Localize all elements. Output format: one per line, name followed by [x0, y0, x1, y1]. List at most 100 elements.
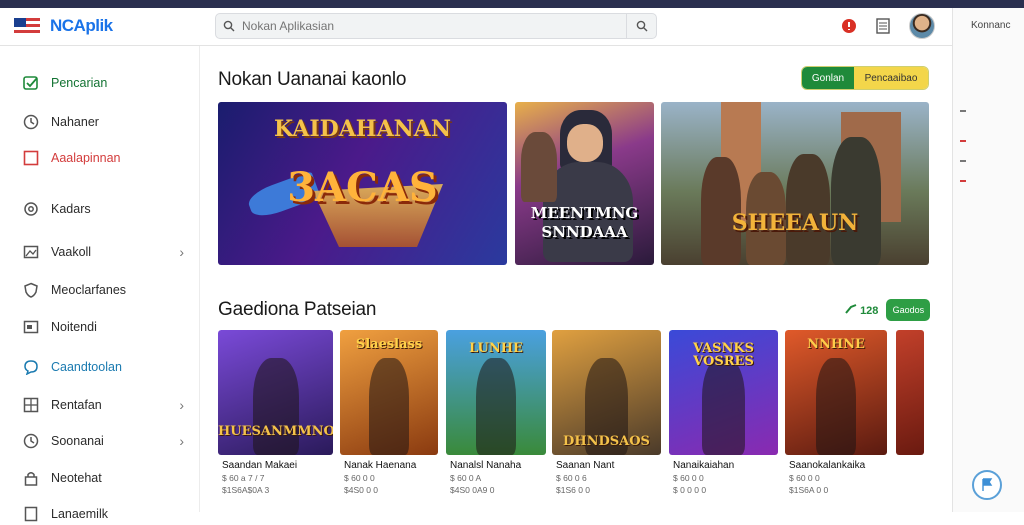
game-card-title[interactable]: Saandan Makaei: [222, 460, 297, 471]
game-card-price: $ 60 0 0: [344, 473, 375, 483]
app-brand[interactable]: NCAplik: [50, 16, 113, 36]
window-icon: [22, 318, 40, 336]
game-card-figure: [252, 357, 299, 455]
game-card[interactable]: Slaeslass Nanak Haenana $ 60 0 0 $4S0 0 0: [340, 330, 438, 512]
popular-section-actions: 128 Gaodos: [845, 299, 931, 321]
featured-banner[interactable]: MEENTMNG SNNDAAA: [515, 102, 654, 265]
main-content: Nokan Uananai kaonlo Gonlan Pencaaibao K…: [200, 46, 952, 512]
game-card-title[interactable]: Saanan Nant: [556, 460, 614, 471]
panel-marker: [960, 110, 966, 112]
sidebar-item[interactable]: Aaalapinnan: [22, 147, 192, 169]
popular-see-all-button[interactable]: Gaodos: [886, 299, 931, 321]
panel-marker: [960, 180, 966, 182]
check-box-icon: [22, 74, 40, 92]
sidebar-item[interactable]: Pencarian: [22, 72, 192, 94]
view-toggle[interactable]: Gonlan Pencaaibao: [801, 66, 929, 90]
game-card-art[interactable]: Slaeslass: [340, 330, 438, 455]
sidebar-item[interactable]: Nahaner: [22, 111, 192, 133]
featured-banner[interactable]: SHEEAUN: [661, 102, 929, 265]
featured-banner[interactable]: KAIDAHANAN 3ACAS: [218, 102, 507, 265]
game-card-partial[interactable]: [896, 330, 924, 455]
sidebar-item-label: Pencarian: [51, 76, 108, 90]
sidebar-item[interactable]: Caandtoolan: [22, 356, 192, 378]
sidebar-item-label: Neotehat: [51, 471, 102, 485]
panel-marker: [960, 160, 966, 162]
sidebar-item[interactable]: Neotehat: [22, 467, 192, 489]
right-panel-label[interactable]: Konnanc: [971, 20, 1010, 31]
banner-art: [567, 124, 603, 162]
game-card[interactable]: VASNKS VOSRES Nanaikaiahan $ 60 0 0 $ 0 0 0…: [669, 330, 778, 512]
clock-icon: [22, 432, 40, 450]
game-card[interactable]: DHNDSAOS Saanan Nant $ 60 0 6 $1S6 0 0: [552, 330, 661, 512]
search-submit-button[interactable]: [626, 14, 656, 38]
game-card[interactable]: HUESANMMNOS Saandan Makaei $ 60 a 7 / 7 $1S…: [218, 330, 333, 512]
banner-title-line2: 3ACAS: [287, 164, 438, 211]
sidebar-item-label: Noitendi: [51, 320, 97, 334]
sidebar-item-label: Soonanai: [51, 434, 104, 448]
chevron-right-icon: ›: [179, 244, 184, 260]
game-card-art[interactable]: DHNDSAOS: [552, 330, 661, 455]
user-avatar[interactable]: [909, 13, 935, 39]
game-card-art-text: DHNDSAOS: [563, 434, 650, 449]
game-card-price: $ 60 a 7 / 7: [222, 473, 265, 483]
banner-title-line1: KAIDAHANAN: [274, 116, 451, 142]
chevron-right-icon: ›: [179, 397, 184, 413]
toggle-option-left[interactable]: Gonlan: [802, 67, 854, 89]
game-card-price: $ 60 0 0: [789, 473, 820, 483]
game-card[interactable]: LUNHE Nanalsl Nanaha $ 60 0 A $4S0 0A9 0: [446, 330, 546, 512]
shield-icon: [22, 281, 40, 299]
search-bar[interactable]: [215, 13, 657, 39]
sidebar-item-label: Lanaemilk: [51, 507, 108, 521]
sidebar-item[interactable]: Rentafan ›: [22, 394, 192, 416]
app-header: NCAplik: [0, 8, 952, 46]
chat-bubble-icon: [22, 358, 40, 376]
image-icon: [22, 243, 40, 261]
search-icon: [216, 20, 242, 32]
sidebar-item-label: Kadars: [51, 202, 91, 216]
game-card-art-text: LUNHE: [469, 341, 523, 356]
floating-flag-button[interactable]: [972, 470, 1002, 500]
sidebar-item-label: Nahaner: [51, 115, 99, 129]
game-card-price: $ 60 0 0: [673, 473, 704, 483]
lock-icon: [22, 469, 40, 487]
sidebar-item[interactable]: Kadars: [22, 198, 192, 220]
right-side-panel: Konnanc: [952, 8, 1024, 512]
game-card-art-text: VASNKS VOSRES: [692, 341, 755, 369]
game-card-art[interactable]: LUNHE: [446, 330, 546, 455]
game-card-price: $ 60 0 A: [450, 473, 482, 483]
game-card-art[interactable]: HUESANMMNOS: [218, 330, 333, 455]
game-card-art[interactable]: NNHNE: [785, 330, 887, 455]
square-icon: [22, 149, 40, 167]
toggle-option-right[interactable]: Pencaaibao: [854, 67, 928, 89]
sidebar-item-label: Meoclarfanes: [51, 283, 127, 297]
notification-icon[interactable]: [841, 18, 857, 34]
game-card-title[interactable]: Nanaikaiahan: [673, 460, 734, 471]
trend-up-icon: [845, 303, 857, 314]
sidebar-item[interactable]: Soonanai ›: [22, 430, 192, 452]
game-card-title[interactable]: Saanokalankaika: [789, 460, 865, 471]
sidebar-item[interactable]: Noitendi: [22, 316, 192, 338]
game-card-meta: $1S6A$0A 3: [222, 485, 270, 495]
sidebar-item-label: Vaakoll: [51, 245, 92, 259]
sidebar-item[interactable]: Lanaemilk: [22, 503, 192, 525]
game-card-title[interactable]: Nanalsl Nanaha: [450, 460, 521, 471]
book-icon: [22, 505, 40, 523]
popular-count: 128: [845, 303, 878, 317]
game-card-art[interactable]: VASNKS VOSRES: [669, 330, 778, 455]
game-card-meta: $1S6 0 0: [556, 485, 591, 495]
sidebar-item-label: Aaalapinnan: [51, 151, 121, 165]
apps-grid-icon[interactable]: [876, 18, 890, 34]
game-card-meta: $4S0 0 0: [344, 485, 379, 495]
banner-title-line1: SHEEAUN: [731, 210, 859, 236]
game-card-title[interactable]: Nanak Haenana: [344, 460, 416, 471]
chevron-right-icon: ›: [179, 433, 184, 449]
sidebar-item[interactable]: Meoclarfanes: [22, 279, 192, 301]
search-input[interactable]: [242, 19, 622, 33]
game-card-meta: $4S0 0A9 0: [450, 485, 495, 495]
game-card-art-text: HUESANMMNOS: [218, 424, 333, 439]
flag-logo-icon[interactable]: [14, 18, 40, 36]
panel-marker: [960, 140, 966, 142]
sidebar-item[interactable]: Vaakoll ›: [22, 241, 192, 263]
game-card[interactable]: NNHNE Saanokalankaika $ 60 0 0 $1S6A 0 0: [785, 330, 887, 512]
sidebar-item-label: Rentafan: [51, 398, 102, 412]
